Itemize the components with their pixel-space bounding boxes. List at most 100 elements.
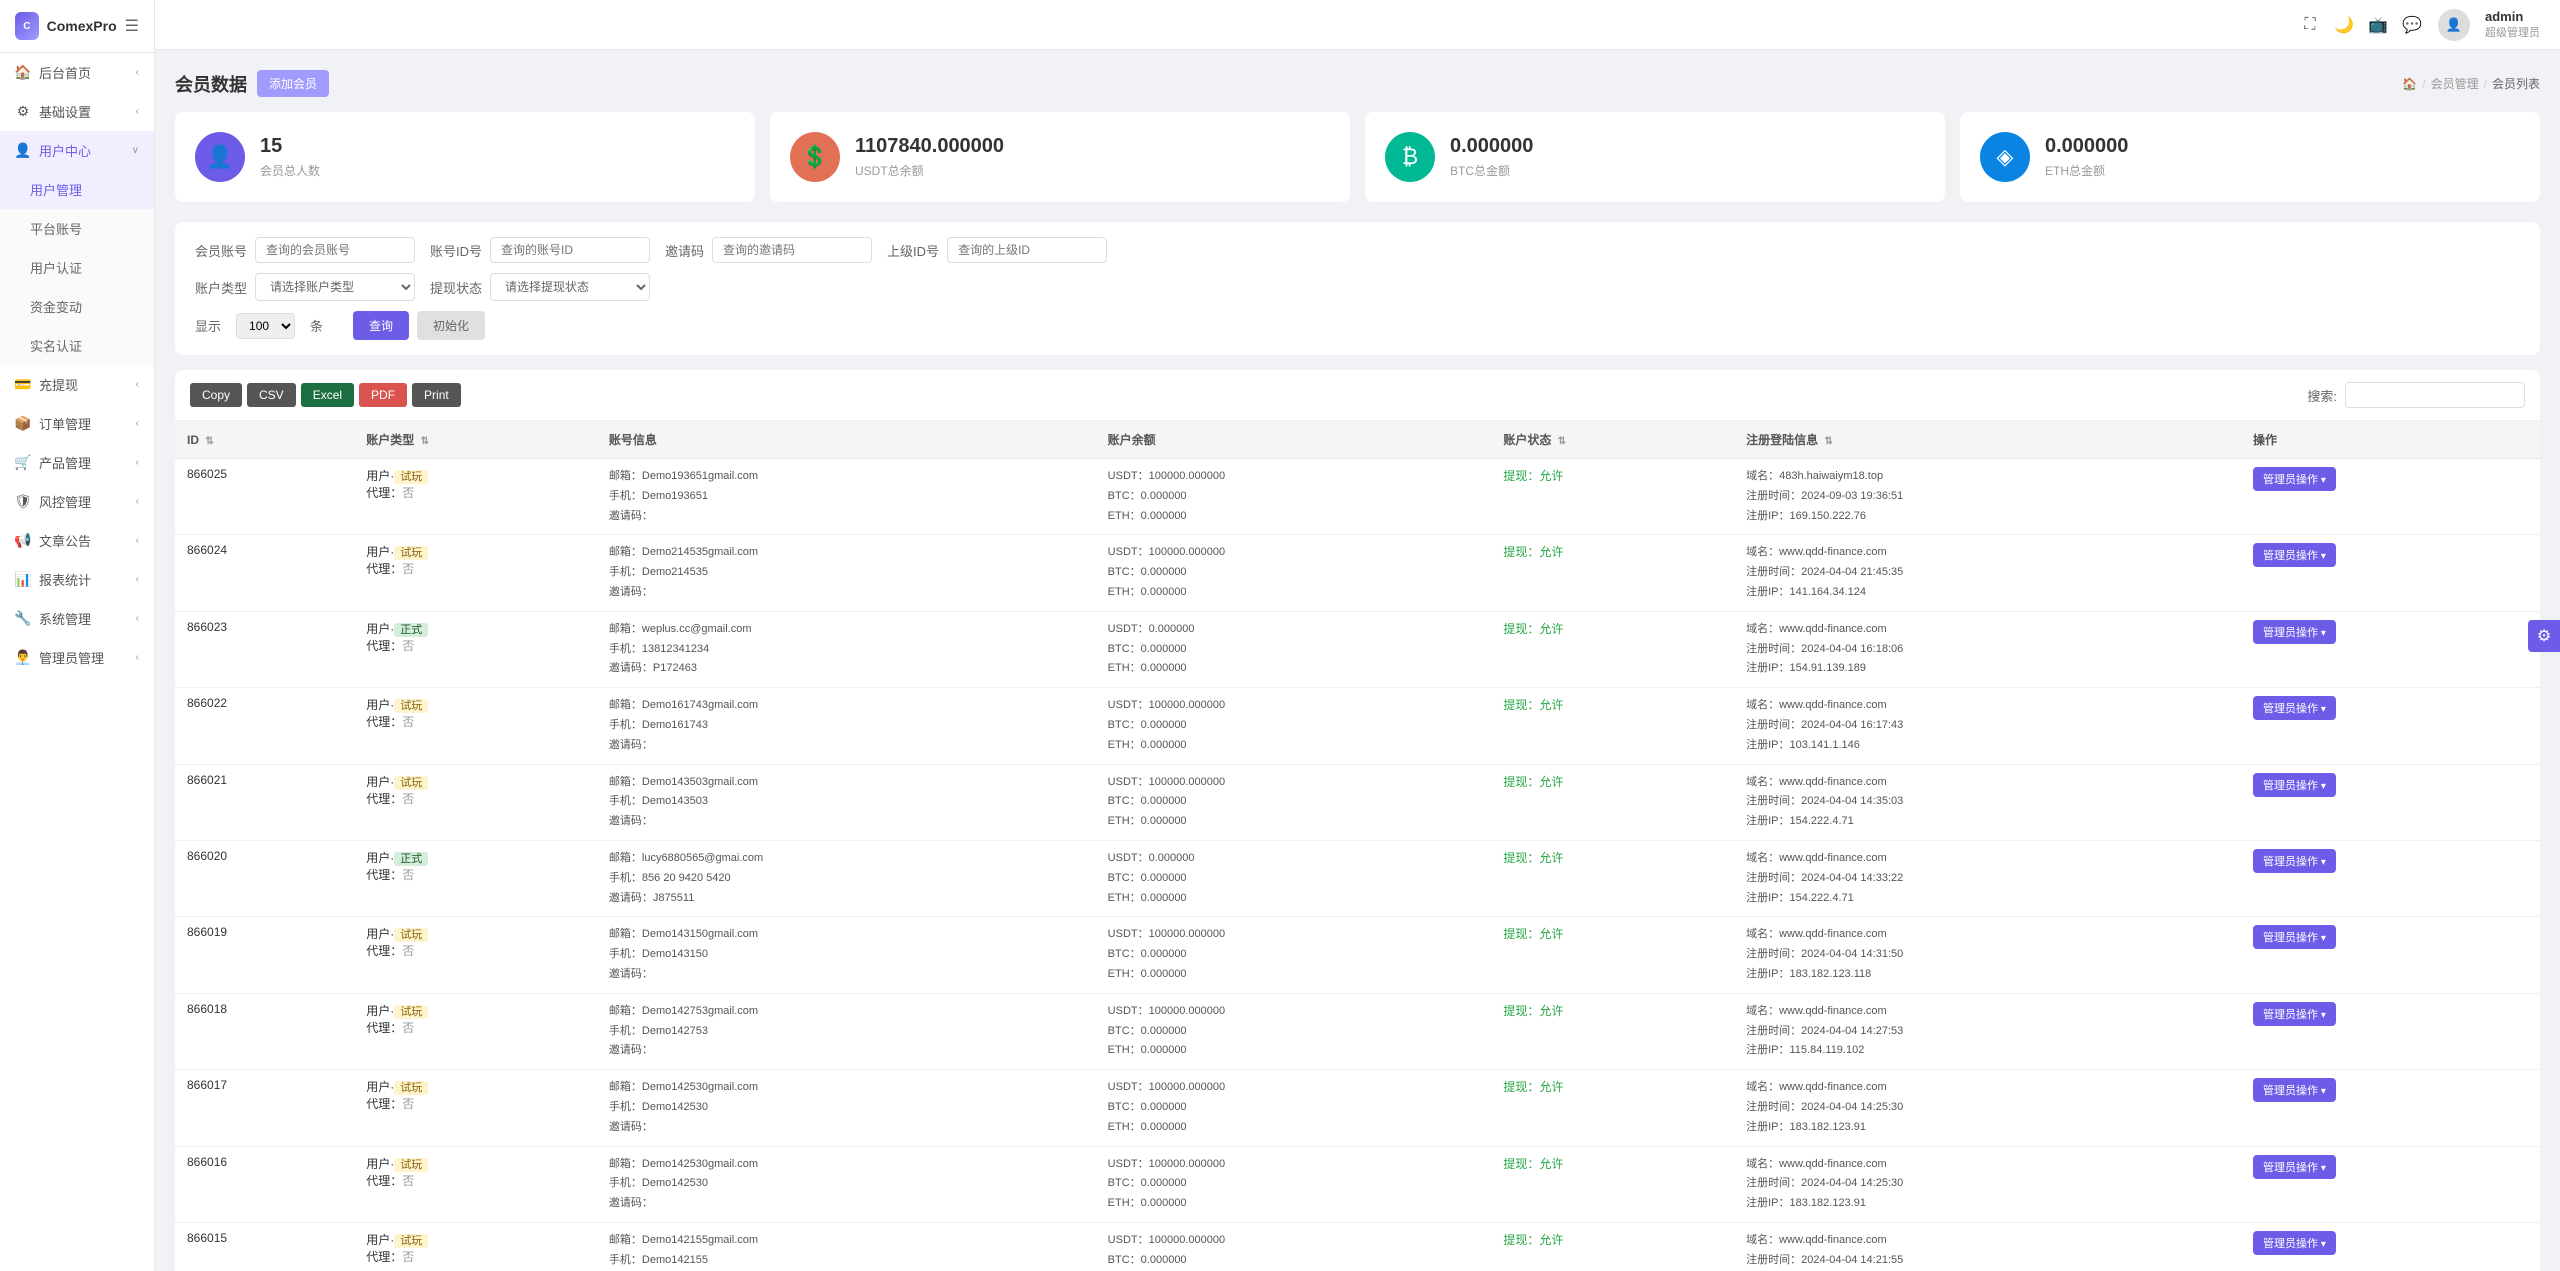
is-agent: 否 bbox=[402, 868, 414, 882]
sidebar-item-reports[interactable]: 📊 报表统计 ‹ bbox=[0, 560, 154, 599]
print-button[interactable]: Print bbox=[412, 383, 461, 407]
withdrawal-status-select[interactable]: 请选择提现状态 允许 禁止 bbox=[490, 273, 650, 301]
cell-status: 提现：允许 bbox=[1491, 1222, 1734, 1271]
cell-account-type: 用户·试玩 代理：否 bbox=[354, 917, 597, 993]
stat-btc-info: 0.000000 BTC总金额 bbox=[1450, 135, 1925, 179]
action-button[interactable]: 管理员操作 bbox=[2253, 1231, 2336, 1255]
balance-line: USDT：100000.000000 bbox=[1108, 1231, 1480, 1251]
dark-mode-icon[interactable]: 🌙 bbox=[2333, 14, 2355, 36]
cell-account-type: 用户·试玩 代理：否 bbox=[354, 688, 597, 764]
is-agent: 否 bbox=[402, 1174, 414, 1188]
cell-action: 管理员操作 bbox=[2241, 1222, 2540, 1271]
query-button[interactable]: 查询 bbox=[353, 311, 409, 340]
reset-button[interactable]: 初始化 bbox=[417, 311, 485, 340]
col-login-info[interactable]: 注册登陆信息 ⇅ bbox=[1734, 421, 2241, 459]
account-type-tag: 试玩 bbox=[394, 776, 428, 790]
action-button[interactable]: 管理员操作 bbox=[2253, 543, 2336, 567]
cell-login-info: 域名：www.qdd-finance.com注册时间：2024-04-04 16… bbox=[1734, 611, 2241, 687]
breadcrumb-member-management[interactable]: 会员管理 bbox=[2431, 75, 2479, 92]
stat-card-members: 👤 15 会员总人数 bbox=[175, 112, 755, 202]
login-info-line: 注册时间：2024-04-04 14:25:30 bbox=[1746, 1174, 2229, 1194]
sidebar-item-recharge[interactable]: 💳 充提现 ‹ bbox=[0, 365, 154, 404]
member-account-label: 会员账号 bbox=[195, 241, 247, 260]
action-button[interactable]: 管理员操作 bbox=[2253, 1155, 2336, 1179]
table-row: 866018 用户·试玩 代理：否 邮箱：Demo142753gmail.com… bbox=[175, 993, 2540, 1069]
sidebar-item-product-management[interactable]: 🛒 产品管理 ‹ bbox=[0, 443, 154, 482]
cell-login-info: 域名：www.qdd-finance.com注册时间：2024-04-04 16… bbox=[1734, 688, 2241, 764]
sidebar-item-user-auth[interactable]: 用户认证 bbox=[0, 248, 154, 287]
col-status[interactable]: 账户状态 ⇅ bbox=[1491, 421, 1734, 459]
filter-row-3: 显示 100 50 25 条 查询 初始化 bbox=[195, 311, 2520, 340]
login-info-line: 注册IP：183.182.123.91 bbox=[1746, 1194, 2229, 1214]
action-button[interactable]: 管理员操作 bbox=[2253, 696, 2336, 720]
product-icon: 🛒 bbox=[15, 455, 31, 471]
filter-row-1: 会员账号 账号ID号 邀请码 上级ID号 bbox=[195, 237, 2520, 263]
sidebar-item-risk-control[interactable]: 🛡 风控管理 ‹ bbox=[0, 482, 154, 521]
cell-balance: USDT：100000.000000BTC：0.000000ETH：0.0000… bbox=[1096, 535, 1492, 611]
cell-balance: USDT：100000.000000BTC：0.000000ETH：0.0000… bbox=[1096, 459, 1492, 535]
avatar[interactable]: 👤 bbox=[2438, 9, 2470, 41]
col-id[interactable]: ID ⇅ bbox=[175, 421, 354, 459]
stat-members-label: 会员总人数 bbox=[260, 162, 735, 179]
login-info-line: 域名：www.qdd-finance.com bbox=[1746, 1231, 2229, 1251]
copy-button[interactable]: Copy bbox=[190, 383, 242, 407]
superior-id-input[interactable] bbox=[947, 237, 1107, 263]
excel-button[interactable]: Excel bbox=[301, 383, 354, 407]
screen-icon[interactable]: 📺 bbox=[2367, 14, 2389, 36]
sidebar-item-label: 充提现 bbox=[39, 375, 128, 394]
sidebar-item-user-center[interactable]: 👤 用户中心 ∨ bbox=[0, 131, 154, 170]
status-badge: 提现：允许 bbox=[1503, 927, 1563, 941]
cell-account-type: 用户·试玩 代理：否 bbox=[354, 459, 597, 535]
is-agent: 否 bbox=[402, 639, 414, 653]
sidebar-item-admin-management[interactable]: 👨‍💼 管理员管理 ‹ bbox=[0, 638, 154, 677]
sidebar-item-real-name-auth[interactable]: 实名认证 bbox=[0, 326, 154, 365]
cell-action: 管理员操作 bbox=[2241, 611, 2540, 687]
account-info-line: 邀请码： bbox=[609, 1194, 1084, 1214]
sidebar-item-platform-account[interactable]: 平台账号 bbox=[0, 209, 154, 248]
settings-float-button[interactable]: ⚙ bbox=[2528, 620, 2560, 652]
balance-line: USDT：100000.000000 bbox=[1108, 773, 1480, 793]
chevron-icon: ‹ bbox=[136, 418, 139, 429]
content-icon: 📢 bbox=[15, 533, 31, 549]
invite-code-input[interactable] bbox=[712, 237, 872, 263]
sidebar-item-user-management[interactable]: 用户管理 bbox=[0, 170, 154, 209]
login-info-line: 注册时间：2024-04-04 14:33:22 bbox=[1746, 869, 2229, 889]
menu-toggle-icon[interactable]: ☰ bbox=[125, 16, 139, 36]
sidebar-item-order-management[interactable]: 📦 订单管理 ‹ bbox=[0, 404, 154, 443]
sidebar-item-system-management[interactable]: 🔧 系统管理 ‹ bbox=[0, 599, 154, 638]
action-button[interactable]: 管理员操作 bbox=[2253, 1002, 2336, 1026]
action-button[interactable]: 管理员操作 bbox=[2253, 925, 2336, 949]
stat-card-eth: ◈ 0.000000 ETH总金额 bbox=[1960, 112, 2540, 202]
settings-icon: ⚙ bbox=[15, 104, 31, 120]
account-type-select[interactable]: 请选择账户类型 正式用户 试玩用户 bbox=[255, 273, 415, 301]
cell-status: 提现：允许 bbox=[1491, 688, 1734, 764]
table-search-input[interactable] bbox=[2345, 382, 2525, 408]
member-account-input[interactable] bbox=[255, 237, 415, 263]
cell-account-info: 邮箱：Demo143150gmail.com手机：Demo143150邀请码： bbox=[597, 917, 1096, 993]
pdf-button[interactable]: PDF bbox=[359, 383, 407, 407]
breadcrumb-home-icon[interactable]: 🏠 bbox=[2402, 77, 2417, 91]
action-button[interactable]: 管理员操作 bbox=[2253, 849, 2336, 873]
csv-button[interactable]: CSV bbox=[247, 383, 296, 407]
col-balance: 账户余额 bbox=[1096, 421, 1492, 459]
col-account-type[interactable]: 账户类型 ⇅ bbox=[354, 421, 597, 459]
filter-withdrawal-status: 提现状态 请选择提现状态 允许 禁止 bbox=[430, 273, 650, 301]
cell-account-type: 用户·试玩 代理：否 bbox=[354, 535, 597, 611]
sidebar-item-content[interactable]: 📢 文章公告 ‹ bbox=[0, 521, 154, 560]
action-button[interactable]: 管理员操作 bbox=[2253, 467, 2336, 491]
cell-login-info: 域名：www.qdd-finance.com注册时间：2024-04-04 21… bbox=[1734, 535, 2241, 611]
add-member-button[interactable]: 添加会员 bbox=[257, 70, 329, 97]
action-button[interactable]: 管理员操作 bbox=[2253, 773, 2336, 797]
display-count-select[interactable]: 100 50 25 bbox=[236, 313, 295, 339]
message-icon[interactable]: 💬 bbox=[2401, 14, 2423, 36]
fullscreen-icon[interactable]: ⛶ bbox=[2299, 14, 2321, 36]
sidebar-item-dashboard[interactable]: 🏠 后台首页 ‹ bbox=[0, 53, 154, 92]
action-button[interactable]: 管理员操作 bbox=[2253, 620, 2336, 644]
action-button[interactable]: 管理员操作 bbox=[2253, 1078, 2336, 1102]
sidebar-item-basic-settings[interactable]: ⚙ 基础设置 ‹ bbox=[0, 92, 154, 131]
sidebar-item-fund-change[interactable]: 资金变动 bbox=[0, 287, 154, 326]
balance-line: USDT：100000.000000 bbox=[1108, 467, 1480, 487]
breadcrumb: 🏠 / 会员管理 / 会员列表 bbox=[2402, 75, 2540, 92]
account-id-input[interactable] bbox=[490, 237, 650, 263]
account-type-tag: 试玩 bbox=[394, 1005, 428, 1019]
